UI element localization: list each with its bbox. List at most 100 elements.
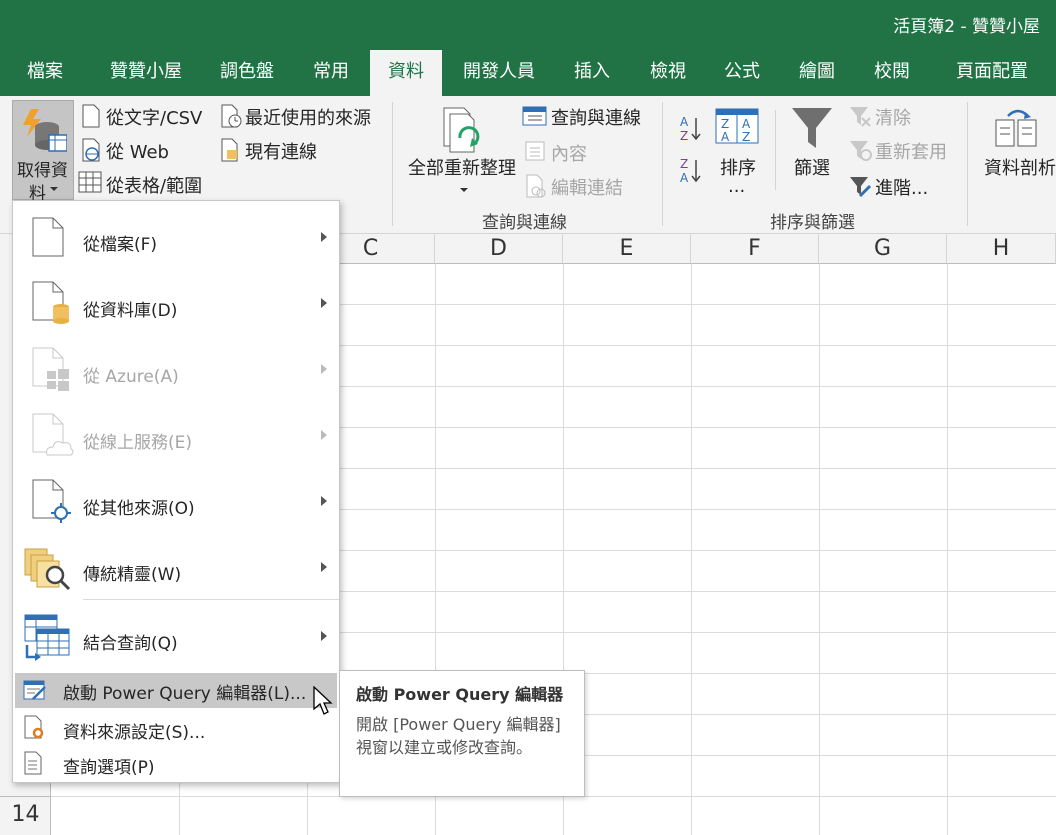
refresh-dropdown-icon[interactable] xyxy=(460,188,468,192)
column-header-g[interactable]: G xyxy=(819,234,947,264)
svg-text:A: A xyxy=(680,115,689,129)
wizard-icon xyxy=(24,548,71,591)
azure-icon xyxy=(32,347,69,391)
svg-text:A: A xyxy=(742,117,751,131)
sort-ascending-icon: A Z xyxy=(680,115,701,142)
cloud-icon xyxy=(32,413,74,456)
submenu-arrow-icon xyxy=(321,298,327,308)
tab-zanzan[interactable]: 贊贊小屋 xyxy=(92,50,200,96)
menu-item-combine-queries[interactable]: 結合查詢(Q) xyxy=(13,601,339,669)
tab-developer[interactable]: 開發人員 xyxy=(452,50,546,96)
menu-item-data-source-settings[interactable]: 資料來源設定(S)... xyxy=(13,709,339,745)
file-icon xyxy=(32,217,64,257)
filter-button[interactable]: 篩選 xyxy=(794,154,830,180)
ribbon-separator xyxy=(775,110,776,190)
excel-window: 活頁簿2 - 贊贊小屋 檔案 贊贊小屋 調色盤 常用 資料 開發人員 插入 檢視… xyxy=(0,0,1056,835)
filter-icon xyxy=(792,108,832,148)
submenu-arrow-icon xyxy=(321,364,327,374)
submenu-arrow-icon xyxy=(321,631,327,641)
chevron-down-icon xyxy=(50,187,58,191)
tab-home[interactable]: 常用 xyxy=(296,50,366,96)
reapply-icon xyxy=(850,141,872,161)
menu-item-label: 從檔案(F) xyxy=(83,235,158,255)
from-text-csv-button[interactable]: 從文字/CSV xyxy=(106,104,202,130)
svg-text:Z: Z xyxy=(680,129,688,142)
menu-item-from-database[interactable]: 從資料庫(D) xyxy=(13,267,339,333)
queries-connections-button[interactable]: 查詢與連線 xyxy=(551,104,641,130)
menu-item-label: 從線上服務(E) xyxy=(83,433,193,453)
mouse-cursor-icon xyxy=(313,686,333,715)
svg-text:A: A xyxy=(721,130,730,144)
row-number[interactable]: 14 xyxy=(0,802,51,827)
menu-item-label: 查詢選項(P) xyxy=(63,758,155,778)
recent-sources-button[interactable]: 最近使用的來源 xyxy=(245,104,371,130)
column-header-e[interactable]: E xyxy=(563,234,691,264)
edit-links-button[interactable]: 編輯連結 xyxy=(551,174,623,200)
data-source-settings-icon xyxy=(24,715,44,739)
svg-text:Z: Z xyxy=(742,130,750,144)
advanced-filter-icon xyxy=(850,177,872,198)
web-icon xyxy=(82,138,100,162)
menu-item-launch-power-query-editor[interactable]: 啟動 Power Query 編輯器(L)... xyxy=(15,673,337,708)
tooltip-body: 開啟 [Power Query 編輯器] 視窗以建立或修改查詢。 xyxy=(356,715,561,757)
text-to-columns-button[interactable]: 資料剖析 xyxy=(984,154,1056,180)
column-header-f[interactable]: F xyxy=(691,234,819,264)
advanced-button[interactable]: 進階... xyxy=(875,174,928,200)
properties-button[interactable]: 內容 xyxy=(551,140,587,166)
from-table-range-button[interactable]: 從表格/範圍 xyxy=(106,172,202,198)
text-file-icon xyxy=(82,104,100,128)
ribbon-tab-bar: 檔案 贊贊小屋 調色盤 常用 資料 開發人員 插入 檢視 公式 繪圖 校閱 頁面… xyxy=(0,50,1056,96)
tab-review[interactable]: 校閱 xyxy=(860,50,924,96)
menu-item-query-options[interactable]: 查詢選項(P) xyxy=(13,745,339,781)
menu-item-from-other-sources[interactable]: 從其他來源(O) xyxy=(13,465,339,531)
tooltip: 啟動 Power Query 編輯器 開啟 [Power Query 編輯器] … xyxy=(339,670,585,797)
clear-button[interactable]: 清除 xyxy=(875,104,911,130)
tab-draw[interactable]: 繪圖 xyxy=(785,50,849,96)
menu-item-from-file[interactable]: 從檔案(F) xyxy=(13,201,339,267)
row-divider xyxy=(0,796,51,797)
from-web-button[interactable]: 從 Web xyxy=(106,138,169,164)
recent-sources-icon xyxy=(221,104,242,128)
tab-formulas[interactable]: 公式 xyxy=(710,50,774,96)
tab-page-layout[interactable]: 頁面配置 xyxy=(936,50,1048,96)
submenu-arrow-icon xyxy=(321,232,327,242)
menu-item-from-online-services[interactable]: 從線上服務(E) xyxy=(13,399,339,465)
ribbon-separator xyxy=(967,102,968,226)
menu-item-label: 從其他來源(O) xyxy=(83,499,195,519)
column-header-h[interactable]: H xyxy=(947,234,1056,264)
menu-item-label: 資料來源設定(S)... xyxy=(63,723,206,743)
existing-connections-button[interactable]: 現有連線 xyxy=(245,138,317,164)
properties-icon xyxy=(525,141,545,161)
refresh-all-button[interactable]: 全部重新整理 xyxy=(408,154,516,180)
column-header-d[interactable]: D xyxy=(435,234,563,264)
other-sources-icon xyxy=(32,479,71,523)
tab-view[interactable]: 檢視 xyxy=(636,50,700,96)
combine-queries-icon xyxy=(24,614,70,661)
sort-descending-icon: Z A xyxy=(680,157,701,184)
text-to-columns-icon xyxy=(995,109,1037,147)
existing-connections-icon xyxy=(221,138,238,162)
clear-filter-icon xyxy=(850,107,871,127)
menu-item-label: 啟動 Power Query 編輯器(L)... xyxy=(63,684,307,704)
get-data-button[interactable]: 取得資 料 xyxy=(12,100,74,204)
menu-item-label: 從 Azure(A) xyxy=(83,367,179,387)
tab-file[interactable]: 檔案 xyxy=(0,50,90,96)
queries-connections-icon xyxy=(522,106,547,126)
get-data-label: 取得資 xyxy=(17,161,68,181)
menu-item-from-azure[interactable]: 從 Azure(A) xyxy=(13,333,339,399)
svg-text:Z: Z xyxy=(721,117,729,131)
tab-data[interactable]: 資料 xyxy=(370,50,442,96)
tab-palette[interactable]: 調色盤 xyxy=(206,50,288,96)
tab-insert[interactable]: 插入 xyxy=(560,50,624,96)
get-data-menu: 從檔案(F) 從資料庫(D) 從 Azure(A) 從線上服務(E) 從其他來源… xyxy=(12,200,340,783)
group-label-sort-filter: 排序與篩選 xyxy=(770,213,855,233)
tooltip-title: 啟動 Power Query 編輯器 xyxy=(356,685,564,704)
sort-icon: Z A A Z xyxy=(715,108,759,144)
get-data-icon xyxy=(23,109,67,152)
submenu-arrow-icon xyxy=(321,430,327,440)
ribbon-separator xyxy=(662,102,663,226)
reapply-button[interactable]: 重新套用 xyxy=(875,138,947,164)
query-options-icon xyxy=(24,751,42,775)
menu-item-legacy-wizards[interactable]: 傳統精靈(W) xyxy=(13,531,339,597)
submenu-arrow-icon xyxy=(321,496,327,506)
